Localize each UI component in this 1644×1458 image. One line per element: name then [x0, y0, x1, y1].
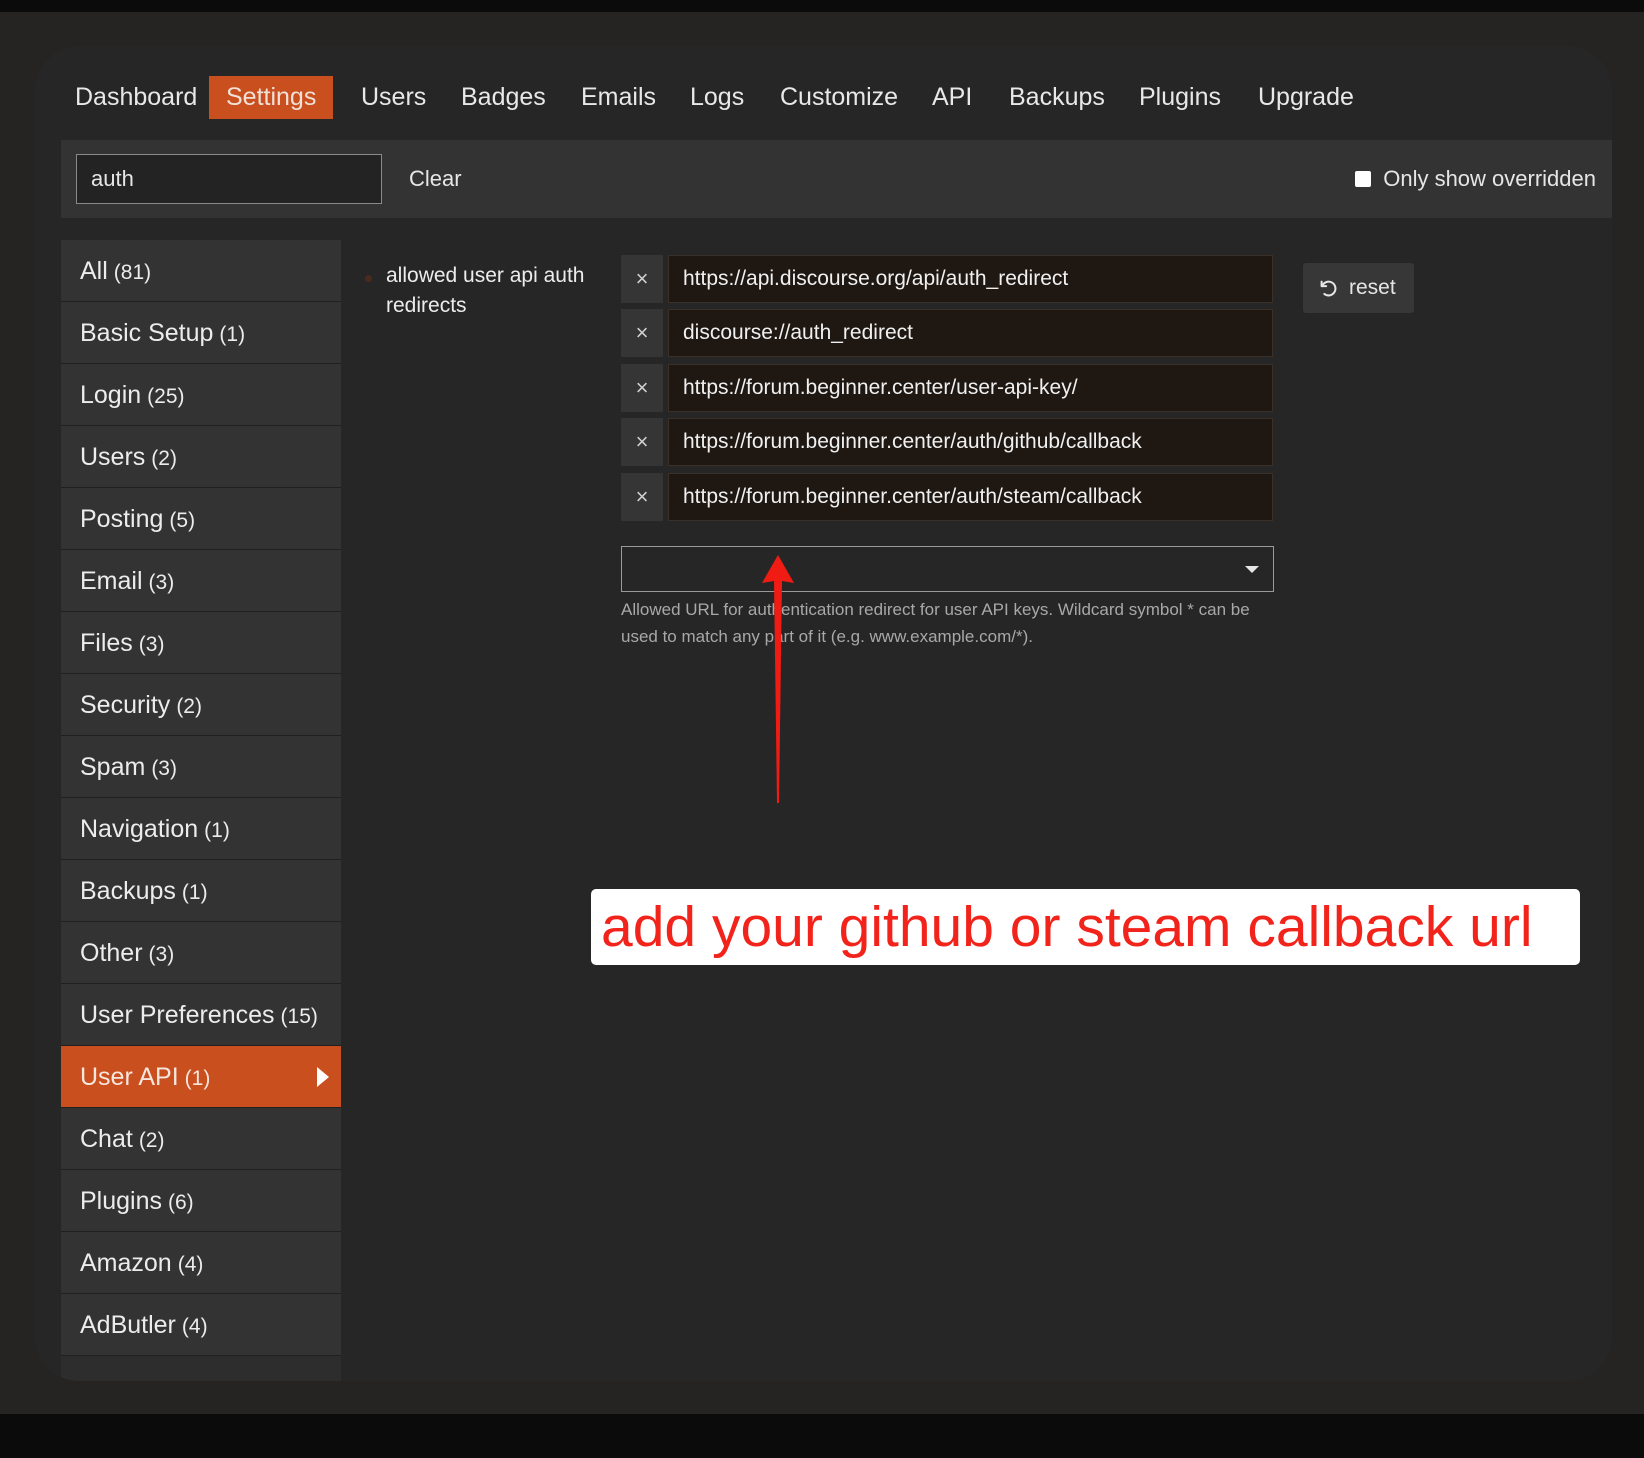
annotation-arrow: [762, 555, 794, 803]
reset-label: reset: [1349, 276, 1396, 299]
nav-tab-emails[interactable]: Emails: [564, 76, 673, 119]
category-item-other[interactable]: Other (3): [61, 922, 341, 984]
category-item-adbutler[interactable]: AdButler (4): [61, 1294, 341, 1356]
setting-value-field[interactable]: discourse://auth_redirect: [668, 309, 1273, 357]
admin-window: Dashboard Settings Users Badges Emails L…: [35, 46, 1612, 1381]
category-label: Files: [80, 629, 133, 657]
nav-tab-api[interactable]: API: [915, 76, 989, 119]
category-item-spam[interactable]: Spam (3): [61, 736, 341, 798]
nav-tab-settings[interactable]: Settings: [209, 76, 334, 119]
only-overridden-toggle[interactable]: Only show overridden: [1355, 154, 1596, 204]
category-count: (3): [151, 757, 177, 780]
category-count: (2): [138, 1129, 165, 1152]
category-item-backups[interactable]: Backups (1): [61, 860, 341, 922]
category-count: (6): [168, 1191, 194, 1214]
category-item-posting[interactable]: Posting (5): [61, 488, 341, 550]
category-label: Navigation: [80, 815, 199, 843]
category-item-user-api[interactable]: User API (1): [61, 1046, 341, 1108]
settings-category-sidebar: All (81) Basic Setup (1) Login (25) Users (2…: [61, 240, 341, 1381]
category-count: (1): [184, 1067, 211, 1090]
clear-filter-button[interactable]: Clear: [395, 154, 476, 204]
category-count: (3): [138, 633, 165, 656]
nav-tab-upgrade[interactable]: Upgrade: [1241, 76, 1371, 119]
setting-label: allowed user api auth redirects: [386, 264, 585, 317]
close-icon[interactable]: ×: [621, 364, 663, 412]
category-label: Security: [80, 691, 171, 719]
category-label: User API: [80, 1063, 179, 1091]
category-item-login[interactable]: Login (25): [61, 364, 341, 426]
nav-tab-plugins[interactable]: Plugins: [1122, 76, 1238, 119]
category-count: (3): [148, 943, 175, 966]
nav-tab-users[interactable]: Users: [344, 76, 443, 119]
category-item-email[interactable]: Email (3): [61, 550, 341, 612]
nav-tab-customize[interactable]: Customize: [763, 76, 915, 119]
setting-status-dot: [365, 275, 372, 282]
category-count: (81): [113, 261, 152, 284]
setting-value-field[interactable]: https://forum.beginner.center/user-api-k…: [668, 364, 1273, 412]
category-item-user-preferences[interactable]: User Preferences (15): [61, 984, 341, 1046]
category-item-all[interactable]: All (81): [61, 240, 341, 302]
category-item-plugins[interactable]: Plugins (6): [61, 1170, 341, 1232]
nav-tab-logs[interactable]: Logs: [673, 76, 761, 119]
setting-description: Allowed URL for authentication redirect …: [621, 600, 1250, 646]
category-item-amazon[interactable]: Amazon (4): [61, 1232, 341, 1294]
category-item-chat[interactable]: Chat (2): [61, 1108, 341, 1170]
category-count: (5): [169, 509, 196, 532]
close-icon[interactable]: ×: [621, 255, 663, 303]
annotation-callout: add your github or steam callback url: [591, 889, 1580, 965]
category-item-security[interactable]: Security (2): [61, 674, 341, 736]
category-count: (15): [280, 1005, 318, 1028]
category-label: Amazon: [80, 1249, 172, 1277]
category-label: All: [80, 257, 108, 285]
nav-tab-backups[interactable]: Backups: [992, 76, 1122, 119]
close-icon[interactable]: ×: [621, 473, 663, 521]
settings-search-input[interactable]: [76, 154, 382, 204]
close-icon[interactable]: ×: [621, 309, 663, 357]
setting-value-field[interactable]: https://api.discourse.org/api/auth_redir…: [668, 255, 1273, 303]
undo-icon: [1320, 280, 1337, 297]
category-label: Basic Setup: [80, 319, 214, 347]
category-count: (4): [177, 1253, 204, 1276]
setting-value-field[interactable]: https://forum.beginner.center/auth/steam…: [668, 473, 1273, 521]
category-label: Spam: [80, 753, 146, 781]
category-label: Posting: [80, 505, 164, 533]
category-item-users[interactable]: Users (2): [61, 426, 341, 488]
category-label: Users: [80, 443, 146, 471]
category-label: Other: [80, 939, 143, 967]
category-label: AdButler: [80, 1311, 176, 1339]
category-count: (25): [147, 385, 185, 408]
category-label: Login: [80, 381, 142, 409]
category-item-navigation[interactable]: Navigation (1): [61, 798, 341, 860]
category-item-files[interactable]: Files (3): [61, 612, 341, 674]
screen-top-bar: [0, 0, 1644, 12]
add-value-select[interactable]: [621, 546, 1274, 592]
only-overridden-label: Only show overridden: [1383, 166, 1596, 191]
category-label: Plugins: [80, 1187, 162, 1215]
category-label: Chat: [80, 1125, 133, 1153]
category-count: (2): [151, 447, 177, 470]
category-count: (3): [148, 571, 175, 594]
category-count: (1): [219, 323, 246, 346]
category-count: (4): [181, 1315, 208, 1338]
category-label: Email: [80, 567, 143, 595]
nav-tab-badges[interactable]: Badges: [444, 76, 563, 119]
category-label: User Preferences: [80, 1001, 275, 1029]
settings-filter-bar: Clear Only show overridden: [61, 140, 1612, 218]
category-count: (2): [176, 695, 202, 718]
nav-tab-dashboard[interactable]: Dashboard: [58, 76, 214, 119]
caret-down-icon: [1245, 566, 1259, 573]
category-item-basic-setup[interactable]: Basic Setup (1): [61, 302, 341, 364]
reset-button[interactable]: reset: [1303, 263, 1414, 313]
admin-nav: Dashboard Settings Users Badges Emails L…: [35, 46, 1612, 140]
category-count: (1): [181, 881, 208, 904]
setting-value-field[interactable]: https://forum.beginner.center/auth/githu…: [668, 418, 1273, 466]
screen-bottom-bar: [0, 1414, 1644, 1458]
only-overridden-checkbox[interactable]: [1355, 171, 1372, 187]
category-count: (1): [204, 819, 230, 842]
close-icon[interactable]: ×: [621, 418, 663, 466]
caret-right-icon: [317, 1067, 329, 1087]
category-label: Backups: [80, 877, 176, 905]
